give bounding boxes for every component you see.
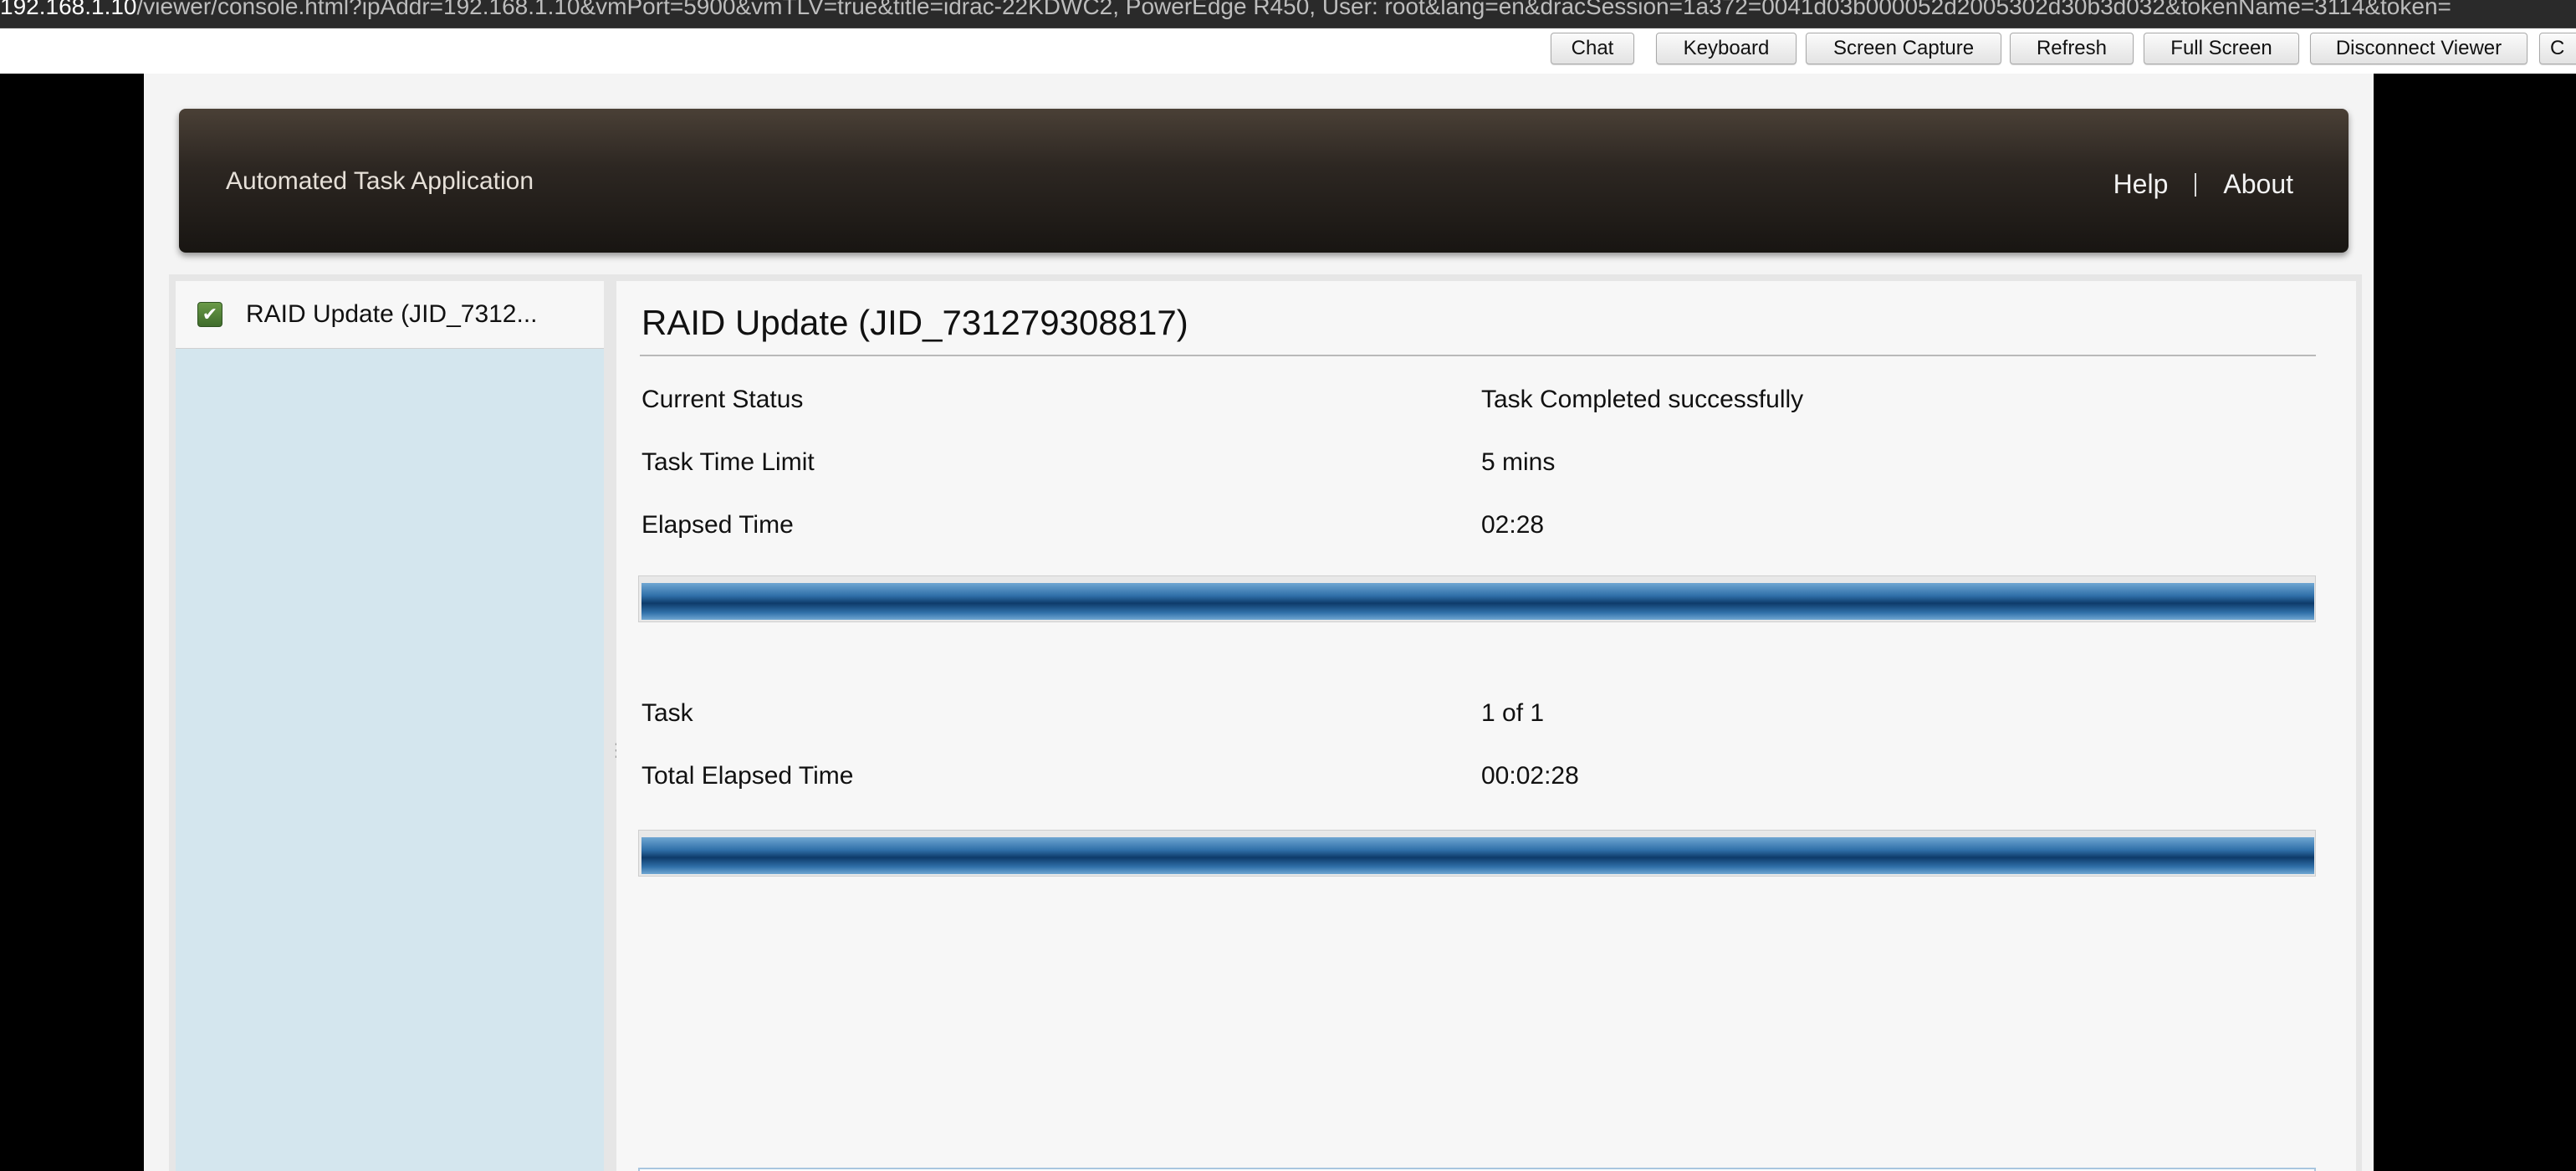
screen-capture-button[interactable]: Screen Capture — [1806, 33, 2001, 64]
chat-button[interactable]: Chat — [1551, 33, 1634, 64]
log-panel — [638, 1168, 2316, 1171]
elapsed-time-value: 02:28 — [1481, 511, 1545, 539]
sidebar-item-raid-update[interactable]: ✔ RAID Update (JID_7312... — [176, 281, 604, 349]
url-host: 192.168.1.10 — [0, 0, 137, 19]
page-title: RAID Update (JID_731279308817) — [641, 303, 1188, 342]
url-path: /viewer/console.html?ipAddr=192.168.1.10… — [136, 0, 2451, 19]
app-title: Automated Task Application — [226, 167, 534, 195]
task-progress-fill — [641, 583, 2314, 620]
full-screen-button[interactable]: Full Screen — [2144, 33, 2299, 64]
app-header: Automated Task Application Help About — [179, 109, 2349, 253]
task-count-value: 1 of 1 — [1481, 699, 1545, 727]
elapsed-time-label: Elapsed Time — [641, 511, 794, 539]
time-limit-value: 5 mins — [1481, 448, 1556, 476]
check-icon: ✔ — [197, 302, 222, 327]
disconnect-viewer-button[interactable]: Disconnect Viewer — [2310, 33, 2527, 64]
nav-separator — [2195, 172, 2197, 197]
refresh-button[interactable]: Refresh — [2010, 33, 2134, 64]
keyboard-button[interactable]: Keyboard — [1656, 33, 1797, 64]
overall-progress-fill — [641, 837, 2314, 874]
current-status-value: Task Completed successfully — [1481, 386, 1804, 413]
content-frame: ✔ RAID Update (JID_7312... ⋮ RAID Update… — [169, 274, 2362, 1171]
task-sidebar: ✔ RAID Update (JID_7312... — [176, 281, 604, 1171]
header-nav: Help About — [2113, 169, 2293, 200]
console-viewer: Automated Task Application Help About ✔ … — [144, 74, 2374, 1171]
total-elapsed-value: 00:02:28 — [1481, 762, 1579, 790]
sidebar-item-label: RAID Update (JID_7312... — [246, 300, 538, 328]
current-status-label: Current Status — [641, 386, 804, 413]
total-elapsed-label: Total Elapsed Time — [641, 762, 854, 790]
title-divider — [640, 355, 2316, 356]
overall-progress-bar — [638, 830, 2316, 877]
time-limit-label: Task Time Limit — [641, 448, 815, 476]
viewer-toolbar: Chat Keyboard Screen Capture Refresh Ful… — [0, 28, 2576, 74]
pane-splitter[interactable]: ⋮ — [606, 274, 626, 1171]
task-count-label: Task — [641, 699, 693, 727]
task-detail-panel: RAID Update (JID_731279308817) Current S… — [616, 281, 2356, 1171]
browser-url-bar[interactable]: 192.168.1.10/viewer/console.html?ipAddr=… — [0, 0, 2576, 28]
task-progress-bar — [638, 575, 2316, 622]
more-toolbar-button[interactable]: C — [2539, 33, 2576, 64]
about-link[interactable]: About — [2223, 169, 2293, 200]
url-text: 192.168.1.10/viewer/console.html?ipAddr=… — [0, 0, 2451, 23]
help-link[interactable]: Help — [2113, 169, 2169, 200]
